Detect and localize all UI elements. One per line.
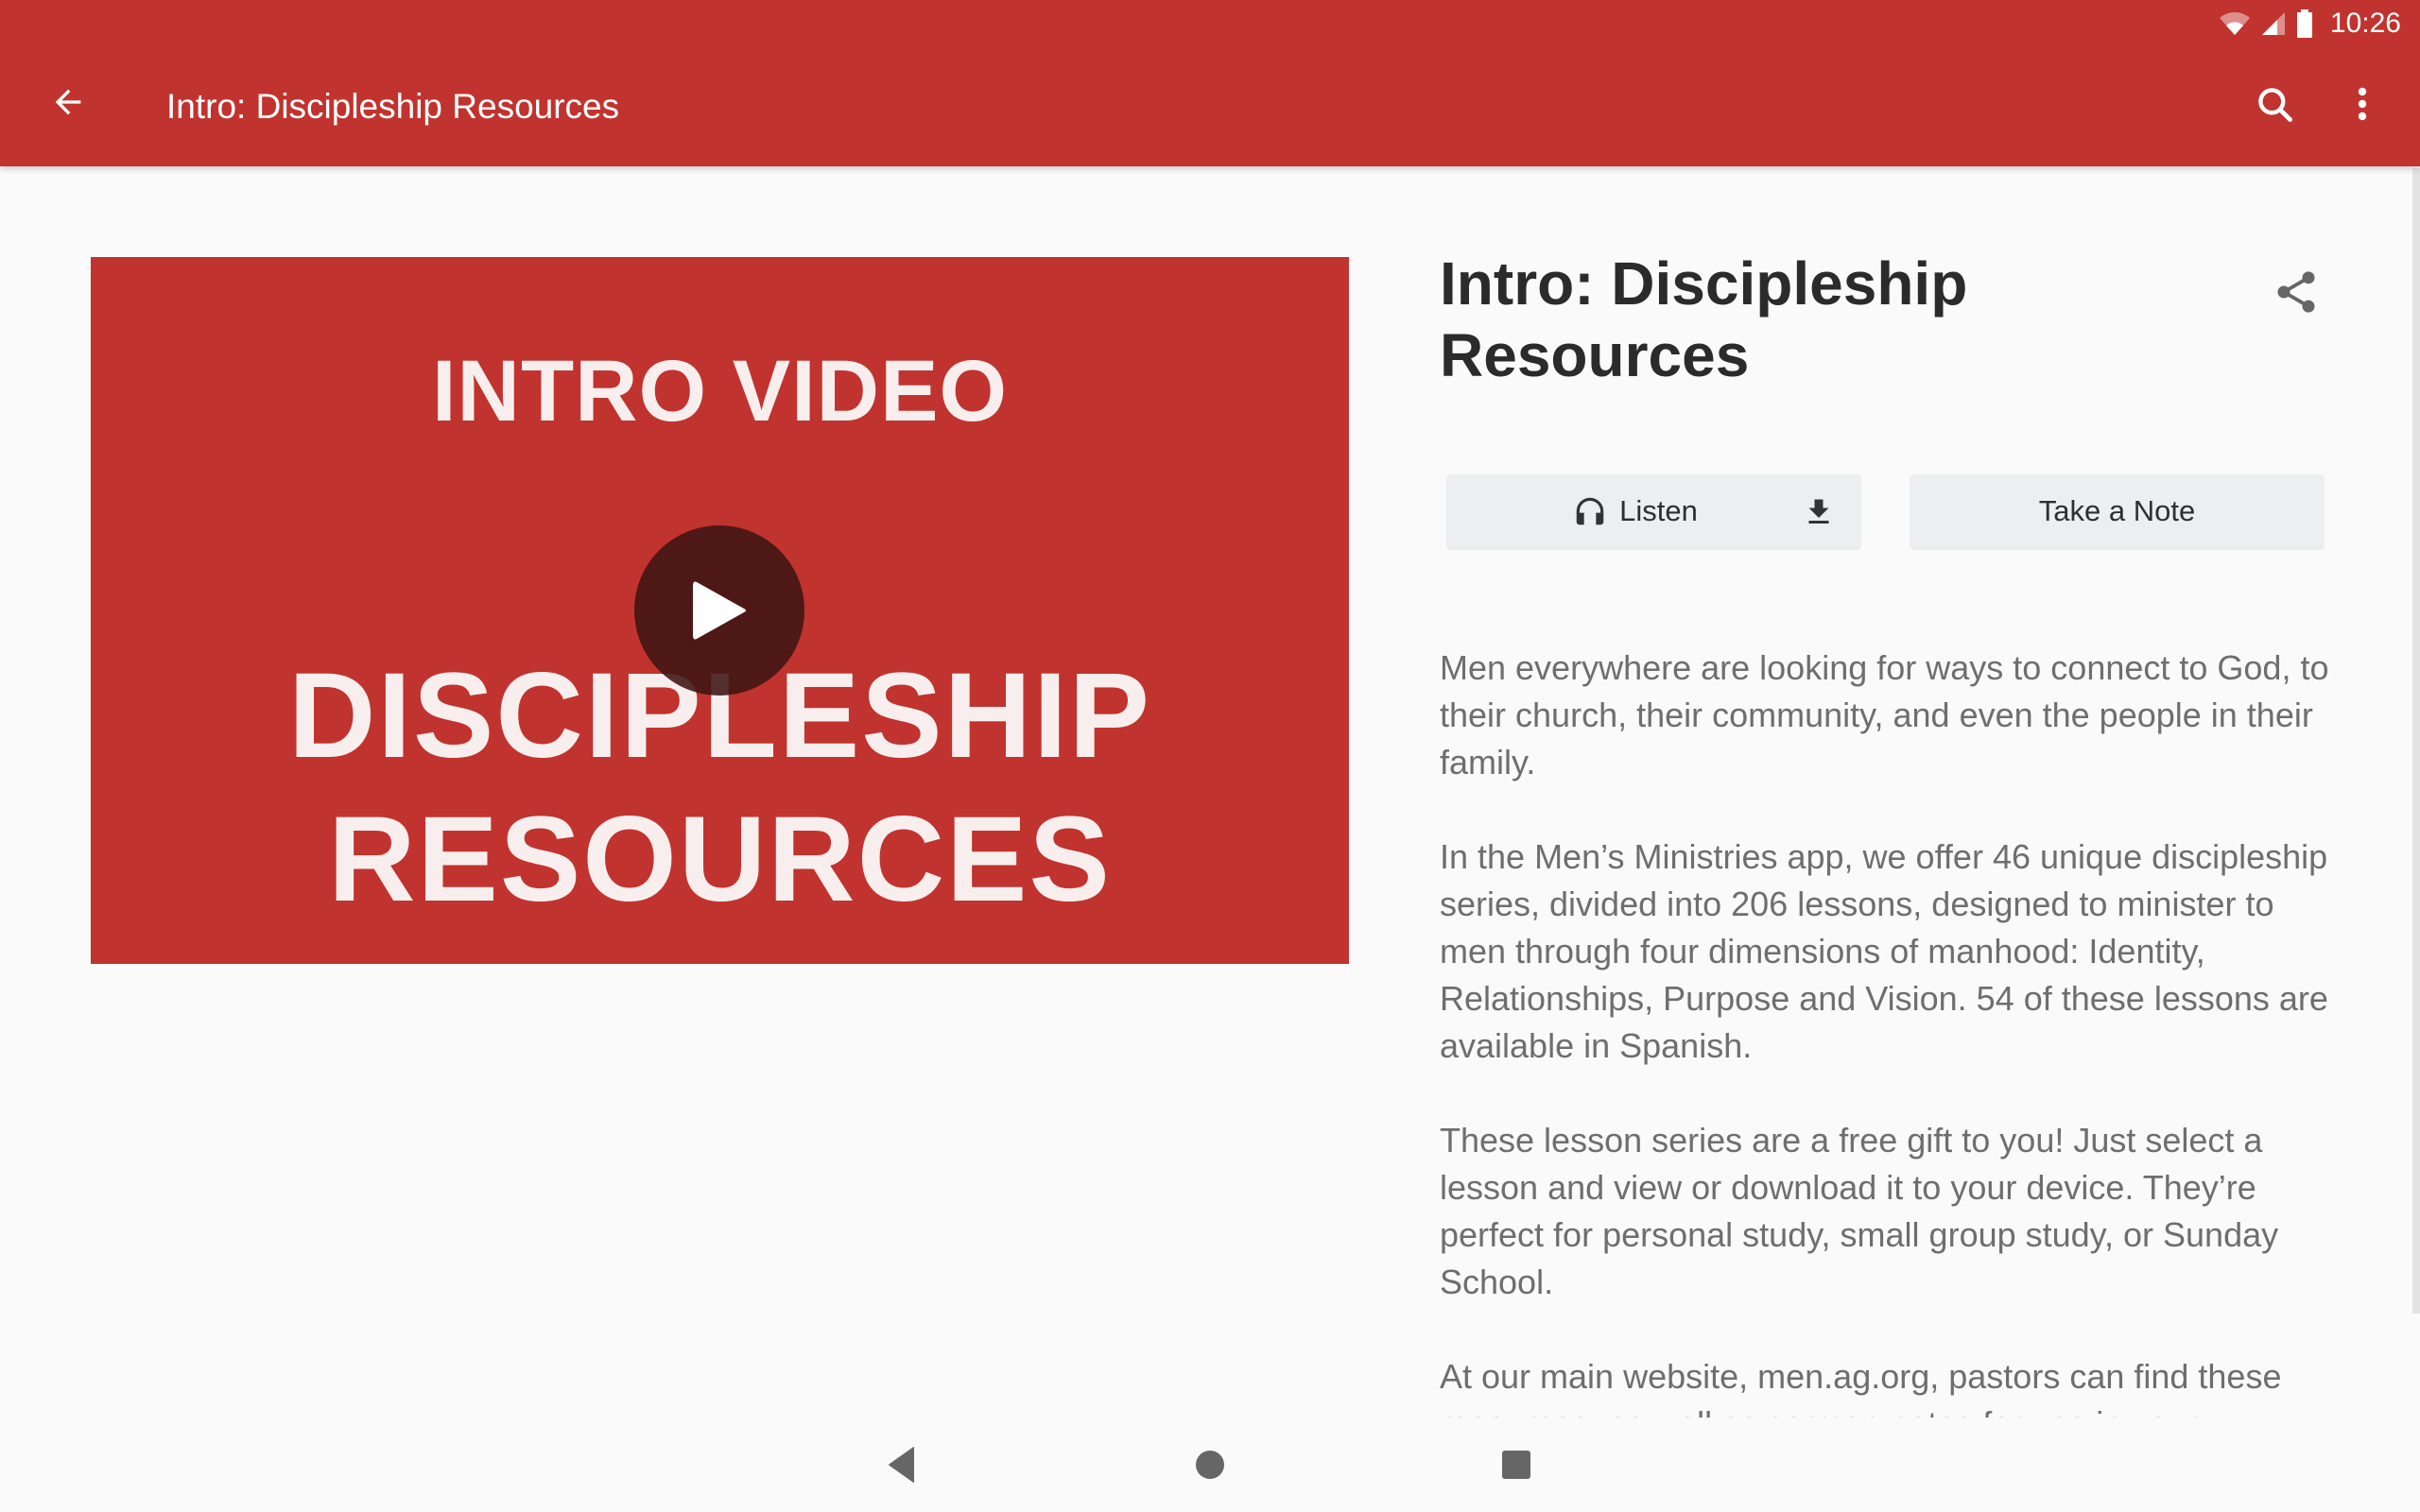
- play-icon: [693, 581, 746, 640]
- search-button[interactable]: [2252, 81, 2299, 129]
- nav-recents-button[interactable]: [1488, 1436, 1545, 1493]
- more-options-button[interactable]: [2339, 81, 2386, 129]
- system-nav-bar: [0, 1418, 2420, 1512]
- arrow-left-icon: [55, 89, 81, 115]
- wifi-icon: [2219, 11, 2250, 35]
- description-paragraph: These lesson series are a free gift to y…: [1440, 1121, 2279, 1301]
- description-paragraph: In the Men’s Ministries app, we offer 46…: [1440, 837, 2328, 1065]
- play-button[interactable]: [634, 525, 804, 696]
- download-button[interactable]: [1800, 493, 1838, 531]
- search-icon: [2258, 88, 2292, 122]
- nav-recents-icon: [1502, 1451, 1530, 1479]
- app-bar: 10:26 Intro: Discipleship Resources: [0, 0, 2420, 166]
- listen-button[interactable]: Listen: [1447, 474, 1860, 548]
- share-button[interactable]: [2265, 261, 2327, 323]
- nav-home-icon: [1196, 1451, 1224, 1479]
- share-icon: [2277, 271, 2315, 313]
- headphones-icon: [1576, 497, 1604, 525]
- take-a-note-button[interactable]: Take a Note: [1910, 474, 2324, 548]
- back-button[interactable]: [45, 79, 91, 125]
- more-vert-icon: [2358, 87, 2367, 121]
- take-a-note-label: Take a Note: [2038, 494, 2196, 527]
- status-time: 10:26: [2329, 8, 2401, 39]
- listen-label: Listen: [1619, 494, 1698, 527]
- lesson-title: Intro: Discipleship Resources: [1440, 249, 1968, 389]
- download-icon: [1808, 499, 1829, 524]
- video-title-line-1: INTRO VIDEO: [431, 343, 1009, 439]
- nav-home-button[interactable]: [1182, 1436, 1238, 1493]
- status-bar: 10:26: [2219, 0, 2420, 47]
- scrollbar[interactable]: [2412, 168, 2420, 1314]
- video-title-line-3: RESOURCES: [328, 792, 1112, 927]
- lesson-description: Men everywhere are looking for ways to c…: [1440, 644, 2347, 1418]
- battery-icon: [2296, 9, 2312, 38]
- app-bar-title: Intro: Discipleship Resources: [166, 87, 620, 126]
- nav-back-button[interactable]: [873, 1436, 930, 1493]
- description-paragraph: Men everywhere are looking for ways to c…: [1440, 648, 2329, 782]
- nav-back-icon: [889, 1447, 914, 1483]
- cell-signal-icon: [2261, 12, 2285, 35]
- video-thumbnail[interactable]: INTRO VIDEO DISCIPLESHIP RESOURCES: [91, 257, 1349, 964]
- description-paragraph: At our main website, men.ag.org, pastors…: [1440, 1357, 2282, 1418]
